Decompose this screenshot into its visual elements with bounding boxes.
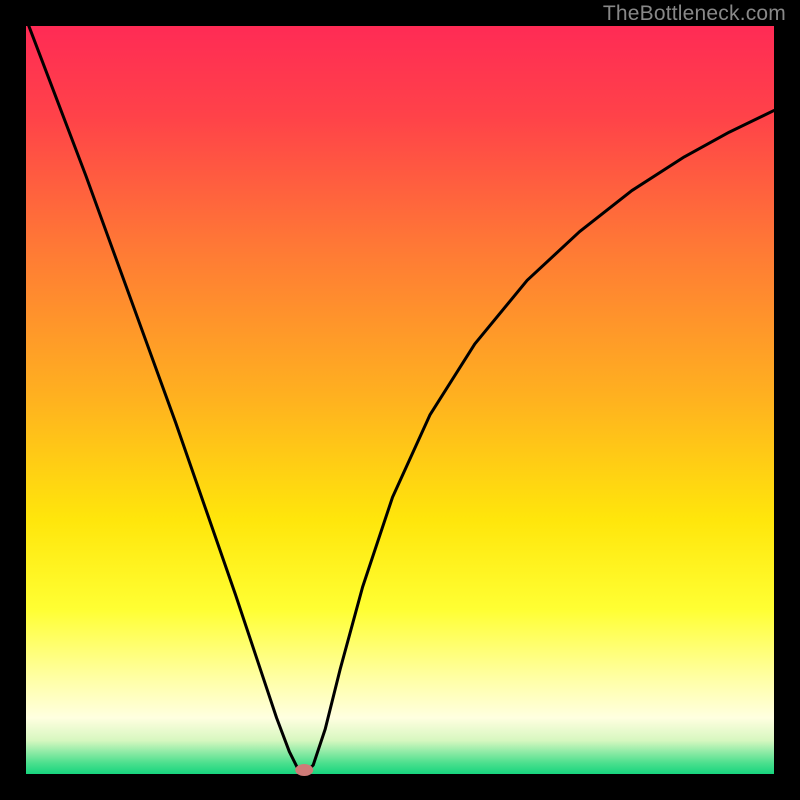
bottleneck-chart xyxy=(0,0,800,800)
chart-frame: { "watermark": "TheBottleneck.com", "plo… xyxy=(0,0,800,800)
watermark-text: TheBottleneck.com xyxy=(603,2,786,26)
optimum-marker xyxy=(295,764,313,776)
gradient-background xyxy=(26,26,774,774)
